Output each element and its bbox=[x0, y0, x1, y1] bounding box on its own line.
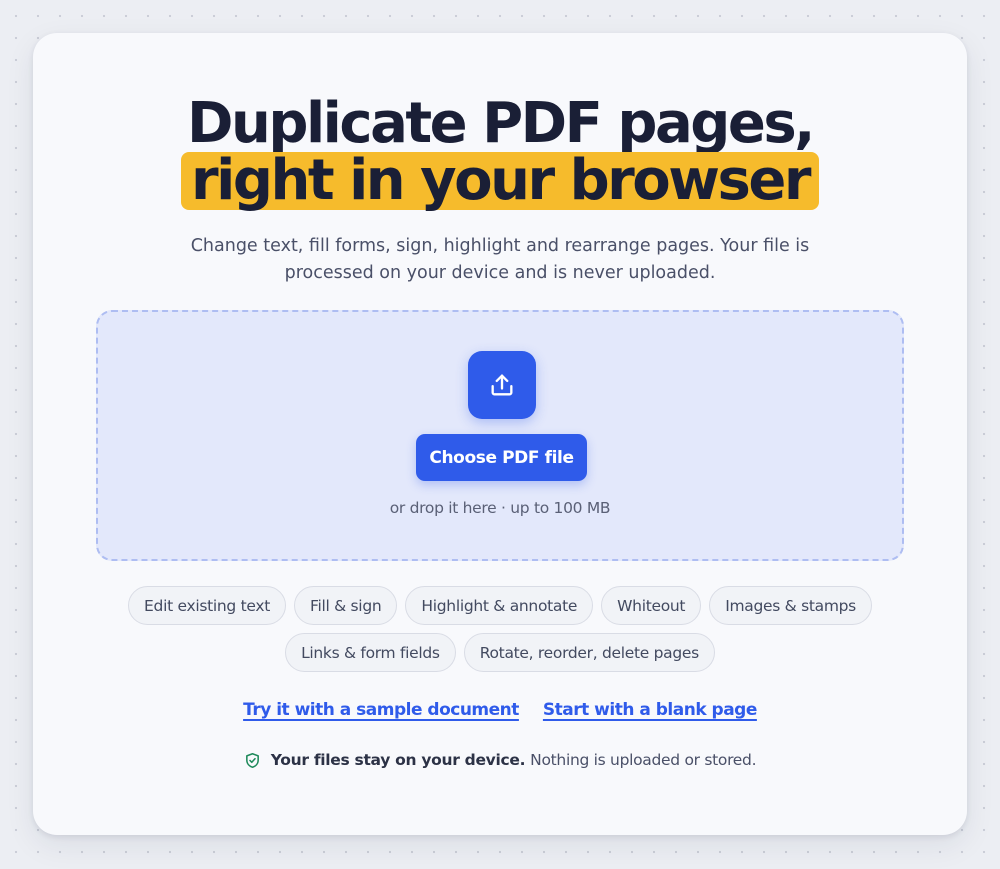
title-highlight: right in your browser bbox=[181, 152, 819, 210]
privacy-bold-text: Your files stay on your device. bbox=[270, 751, 526, 769]
page-title-line-2: right in your browser bbox=[33, 152, 967, 210]
file-dropzone[interactable]: Choose PDF file or drop it here · up to … bbox=[96, 310, 904, 561]
quick-start-links: Try it with a sample document Start with… bbox=[33, 700, 967, 720]
feature-chip: Rotate, reorder, delete pages bbox=[463, 633, 715, 672]
drop-hint: or drop it here · up to 100 MB bbox=[389, 499, 611, 517]
feature-chip: Edit existing text bbox=[128, 586, 286, 625]
feature-chip: Whiteout bbox=[601, 586, 702, 625]
page-subtitle: Change text, fill forms, sign, highlight… bbox=[190, 236, 810, 283]
feature-chip: Highlight & annotate bbox=[405, 586, 594, 625]
feature-chip: Fill & sign bbox=[293, 586, 398, 625]
feature-chip: Links & form fields bbox=[285, 633, 456, 672]
blank-page-link[interactable]: Start with a blank page bbox=[543, 700, 757, 720]
feature-chip-list: Edit existing text Fill & sign Highlight… bbox=[73, 586, 927, 672]
page-title-line-1: Duplicate PDF pages, bbox=[187, 91, 815, 156]
privacy-text: Nothing is uploaded or stored. bbox=[530, 751, 757, 769]
choose-pdf-button[interactable]: Choose PDF file bbox=[416, 434, 587, 481]
shield-check-icon bbox=[244, 752, 261, 769]
privacy-note: Your files stay on your device. Nothing … bbox=[33, 751, 967, 769]
sample-document-link[interactable]: Try it with a sample document bbox=[243, 700, 519, 720]
main-card: Duplicate PDF pages, right in your brows… bbox=[33, 33, 967, 835]
upload-icon[interactable] bbox=[468, 351, 536, 419]
feature-chip: Images & stamps bbox=[709, 586, 872, 625]
